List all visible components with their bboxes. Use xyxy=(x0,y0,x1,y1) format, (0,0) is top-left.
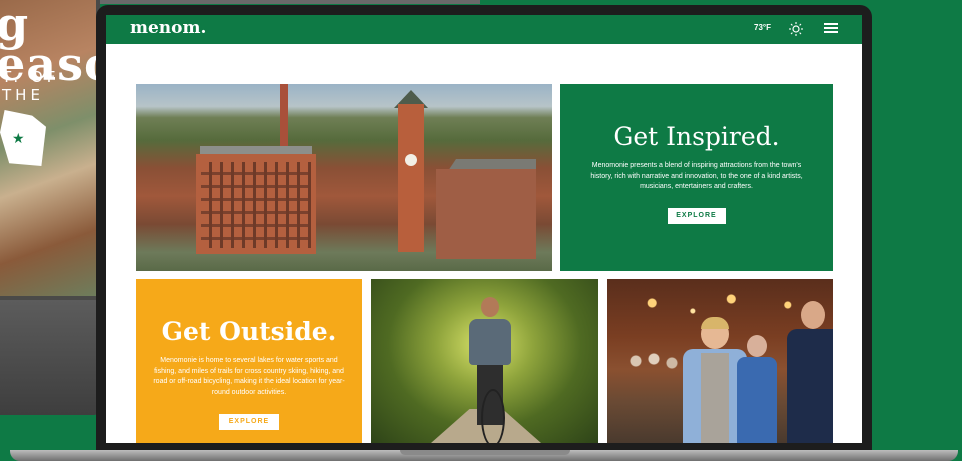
background-tablet xyxy=(0,300,98,415)
brick-building xyxy=(436,169,536,259)
audience xyxy=(627,349,687,389)
hamburger-menu-icon[interactable] xyxy=(824,23,838,34)
get-outside-description: Menomonie is home to several lakes for w… xyxy=(153,357,345,396)
seated-man xyxy=(787,301,833,443)
campus-aerial-photo xyxy=(136,84,552,271)
site-logo[interactable]: menom. xyxy=(130,18,206,38)
star-icon: ★ xyxy=(12,130,25,146)
top-nav: menom. 73°F xyxy=(106,15,862,44)
outside-explore-button[interactable]: EXPLORE xyxy=(219,414,279,430)
brick-building xyxy=(196,154,316,254)
laptop-screen: menom. 73°F Get Inspired. Menomonie pres… xyxy=(106,15,862,443)
bicycle-wheel xyxy=(481,389,505,443)
background-promo-device: g easo T. OF THE ★ xyxy=(0,0,100,300)
inspired-explore-button[interactable]: EXPLORE xyxy=(667,208,726,224)
seated-woman xyxy=(737,335,777,443)
background-device-edge xyxy=(100,0,480,4)
cyclist-trail-photo xyxy=(371,279,598,443)
get-outside-title: Get Outside. xyxy=(161,317,337,346)
background-promo-subtitle: T. OF THE xyxy=(2,68,60,104)
get-outside-card: Get Outside. Menomonie is home to severa… xyxy=(136,279,362,443)
sun-icon xyxy=(789,22,803,36)
clock-tower xyxy=(398,104,424,252)
laptop-base xyxy=(10,450,958,461)
get-inspired-description: Menomonie presents a blend of inspiring … xyxy=(590,162,803,190)
smokestack xyxy=(280,84,288,146)
get-inspired-card: Get Inspired. Menomonie presents a blend… xyxy=(560,84,833,271)
laptop-frame: menom. 73°F Get Inspired. Menomonie pres… xyxy=(96,5,872,451)
clock-face xyxy=(405,154,417,166)
temperature-readout: 73°F xyxy=(754,23,771,32)
barn-event-photo xyxy=(607,279,833,443)
get-inspired-title: Get Inspired. xyxy=(613,122,780,151)
